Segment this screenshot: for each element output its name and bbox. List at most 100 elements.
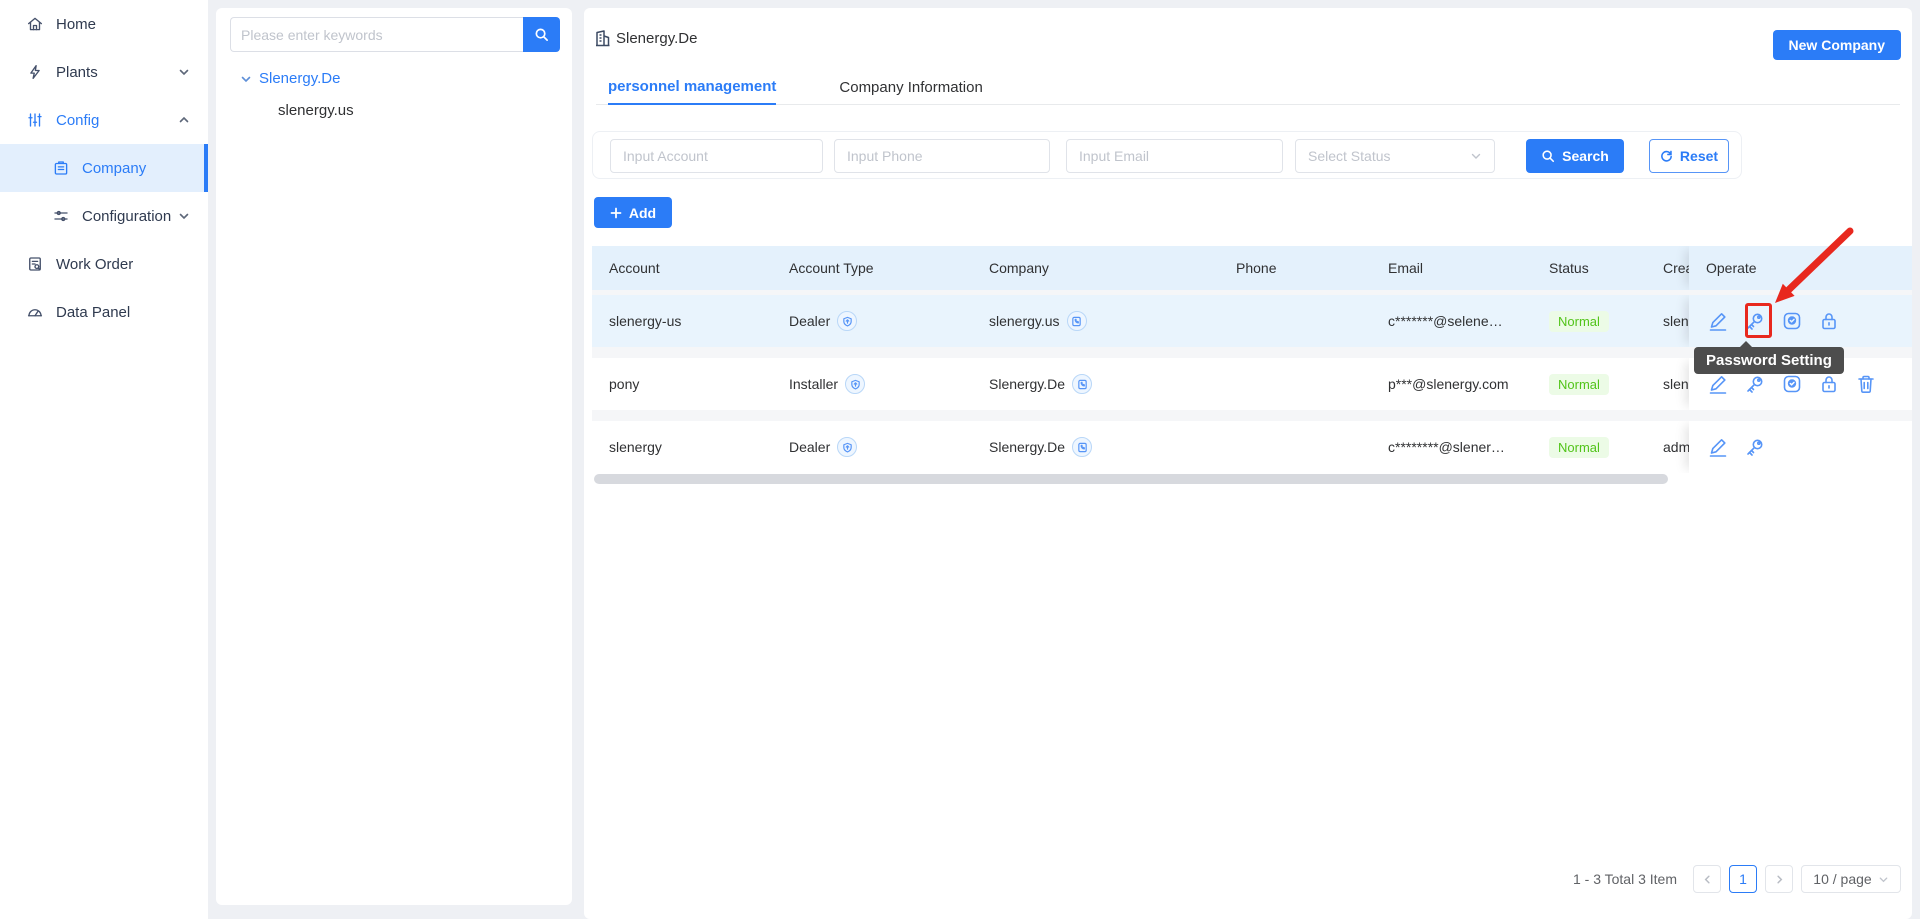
sidebar-item-data-panel[interactable]: Data Panel	[0, 288, 208, 336]
password-setting-icon[interactable]	[1743, 309, 1767, 333]
sidebar-item-configuration[interactable]: Configuration	[0, 192, 208, 240]
sidebar-item-label: Config	[56, 112, 99, 129]
company-text: Slenergy.De	[989, 439, 1065, 455]
lock-icon[interactable]	[1817, 309, 1841, 333]
chevron-up-icon	[178, 114, 190, 126]
cell-email: p***@slenergy.com	[1388, 376, 1549, 392]
sidebar-item-config[interactable]: Config	[0, 96, 208, 144]
tree-node-label: Slenergy.De	[259, 70, 340, 87]
sidebar-item-work-order[interactable]: Work Order	[0, 240, 208, 288]
table-header-row: Account Account Type Company Phone Email…	[592, 246, 1912, 290]
company-text: slenergy.us	[989, 313, 1060, 329]
configuration-icon	[52, 207, 70, 225]
filter-bar: Select Status Search Reset	[592, 131, 1742, 179]
plants-icon	[26, 63, 44, 81]
tree-node-root[interactable]: Slenergy.De	[240, 70, 340, 87]
tree-search-input[interactable]	[230, 17, 523, 52]
sidebar-item-label: Company	[82, 160, 146, 177]
page-size-select[interactable]: 10 / page	[1801, 865, 1901, 893]
status-select-placeholder: Select Status	[1308, 148, 1391, 164]
search-button[interactable]: Search	[1526, 139, 1624, 173]
next-page-button[interactable]	[1765, 865, 1793, 893]
password-setting-icon[interactable]	[1743, 372, 1767, 396]
sidebar-item-plants[interactable]: Plants	[0, 48, 208, 96]
column-header-email: Email	[1388, 260, 1549, 276]
reset-button-label: Reset	[1680, 148, 1718, 164]
search-icon	[1541, 149, 1555, 163]
role-permission-icon[interactable]	[1780, 372, 1804, 396]
config-icon	[26, 111, 44, 129]
tree-search-button[interactable]	[523, 17, 560, 52]
cell-account: slenergy	[592, 439, 789, 455]
cell-account-type: Dealer	[789, 437, 989, 457]
column-header-status: Status	[1549, 260, 1663, 276]
column-header-account: Account	[592, 260, 789, 276]
refresh-icon	[1660, 150, 1673, 163]
status-filter-select[interactable]: Select Status	[1295, 139, 1495, 173]
sidebar-item-home[interactable]: Home	[0, 0, 208, 48]
add-button[interactable]: Add	[594, 197, 672, 228]
cell-email: c********@slener…	[1388, 439, 1549, 455]
main-panel: Slenergy.De New Company personnel manage…	[584, 8, 1912, 919]
account-type-text: Dealer	[789, 439, 830, 455]
role-permission-icon[interactable]	[1780, 309, 1804, 333]
account-type-text: Dealer	[789, 313, 830, 329]
edit-icon[interactable]	[1706, 309, 1730, 333]
phone-filter-input[interactable]	[834, 139, 1050, 173]
plus-icon	[610, 207, 622, 219]
edit-icon[interactable]	[1706, 435, 1730, 459]
cell-account: pony	[592, 376, 789, 392]
lock-icon[interactable]	[1817, 372, 1841, 396]
account-type-badge-icon[interactable]	[837, 311, 857, 331]
chevron-down-icon	[178, 66, 190, 78]
company-tree-panel: Slenergy.De slenergy.us	[216, 8, 572, 905]
company-text: Slenergy.De	[989, 376, 1065, 392]
page-title-text: Slenergy.De	[616, 30, 697, 47]
company-contact-icon[interactable]	[1067, 311, 1087, 331]
company-icon	[52, 159, 70, 177]
delete-icon[interactable]	[1854, 372, 1878, 396]
tree-node-child[interactable]: slenergy.us	[278, 102, 354, 119]
chevron-down-icon	[240, 73, 252, 85]
account-filter-input[interactable]	[610, 139, 823, 173]
chevron-down-icon	[178, 210, 190, 222]
sidebar-item-label: Configuration	[82, 208, 171, 225]
pagination: 1 - 3 Total 3 Item 1 10 / page	[1573, 864, 1901, 894]
new-company-button[interactable]: New Company	[1773, 30, 1901, 60]
cell-email: c*******@selene…	[1388, 313, 1549, 329]
reset-button[interactable]: Reset	[1649, 139, 1729, 173]
page-number-button[interactable]: 1	[1729, 865, 1757, 893]
email-filter-input[interactable]	[1066, 139, 1283, 173]
home-icon	[26, 15, 44, 33]
tab-company-information[interactable]: Company Information	[839, 70, 982, 105]
work-order-icon	[26, 255, 44, 273]
cell-account: slenergy-us	[592, 313, 789, 329]
edit-icon[interactable]	[1706, 372, 1730, 396]
account-type-text: Installer	[789, 376, 838, 392]
cell-company: Slenergy.De	[989, 374, 1236, 394]
tab-personnel-management[interactable]: personnel management	[608, 70, 776, 105]
status-badge: Normal	[1549, 374, 1609, 395]
pagination-summary: 1 - 3 Total 3 Item	[1573, 871, 1677, 887]
tabs: personnel management Company Information	[608, 70, 983, 105]
table-row[interactable]: slenergy Dealer Slenergy.De c********@sl…	[592, 421, 1912, 473]
password-setting-icon[interactable]	[1743, 435, 1767, 459]
company-contact-icon[interactable]	[1072, 374, 1092, 394]
cell-operate	[1689, 421, 1912, 473]
company-contact-icon[interactable]	[1072, 437, 1092, 457]
table-row[interactable]: slenergy-us Dealer slenergy.us c*******@…	[592, 295, 1912, 347]
data-panel-icon	[26, 303, 44, 321]
password-setting-tooltip: Password Setting	[1694, 347, 1844, 374]
chevron-down-icon	[1878, 874, 1889, 885]
table-horizontal-scrollbar[interactable]	[594, 474, 1668, 484]
tooltip-text: Password Setting	[1706, 352, 1832, 369]
previous-page-button[interactable]	[1693, 865, 1721, 893]
status-badge: Normal	[1549, 311, 1609, 332]
cell-account-type: Dealer	[789, 311, 989, 331]
app-page: Home Plants Config Company Configuration…	[0, 0, 1920, 919]
sidebar-item-company[interactable]: Company	[0, 144, 208, 192]
account-type-badge-icon[interactable]	[845, 374, 865, 394]
cell-operate	[1689, 295, 1912, 347]
column-header-company: Company	[989, 260, 1236, 276]
account-type-badge-icon[interactable]	[837, 437, 857, 457]
